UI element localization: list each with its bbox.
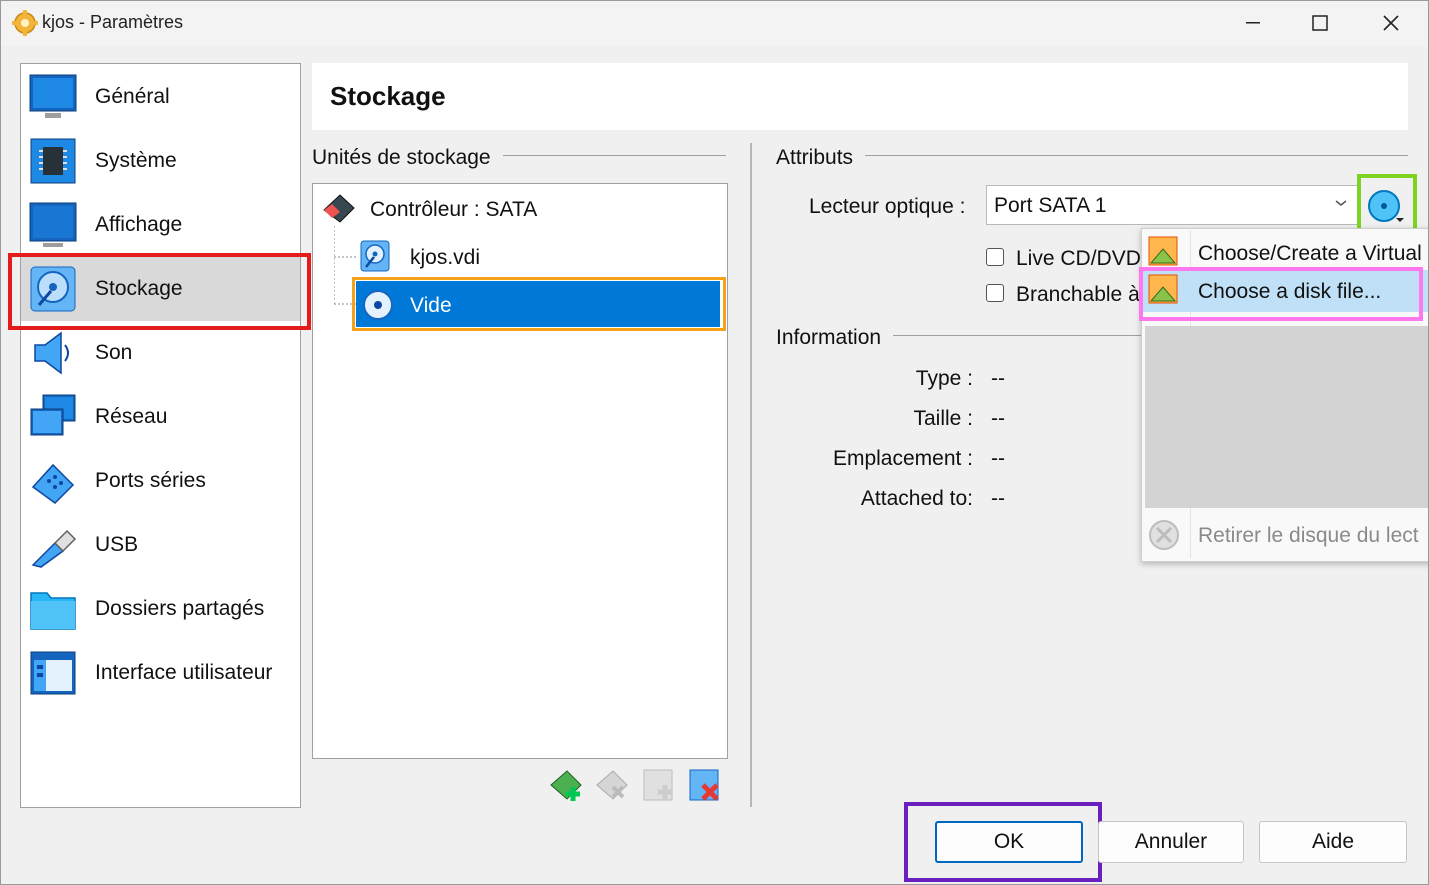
sidebar-item-usb[interactable]: USB	[21, 513, 300, 577]
controller-icon	[323, 194, 355, 223]
information-label: Information	[776, 326, 894, 350]
info-type-label: Type :	[915, 367, 973, 390]
highlight-outline-red	[8, 253, 311, 330]
eject-disk-icon	[1149, 520, 1179, 550]
live-cd-checkbox[interactable]	[986, 248, 1004, 266]
menu-recent-list-area	[1145, 326, 1429, 508]
sidebar-item-label: USB	[95, 533, 139, 556]
info-location-label: Emplacement :	[832, 447, 973, 470]
shared-folder-icon	[30, 592, 76, 630]
optical-drive-label: Lecteur optique :	[809, 195, 966, 218]
highlight-outline-orange	[352, 277, 726, 331]
remove-attachment-icon[interactable]	[687, 767, 723, 803]
optical-disc-icon	[363, 290, 393, 320]
sidebar-item-user-interface[interactable]: Interface utilisateur	[21, 641, 300, 705]
sidebar-item-system[interactable]: Système	[21, 129, 300, 193]
disk-item-label[interactable]: kjos.vdi	[410, 246, 480, 270]
sidebar-item-label: Général	[95, 85, 170, 108]
highlight-outline-green	[1357, 174, 1417, 234]
add-attachment-icon	[643, 769, 673, 801]
optical-item-label: Vide	[410, 294, 452, 317]
display-monitor-icon	[29, 202, 77, 247]
minimize-icon	[1246, 22, 1260, 24]
info-size-label: Taille :	[913, 407, 973, 430]
sidebar-item-label: Ports séries	[95, 469, 206, 492]
maximize-icon	[1312, 15, 1328, 31]
virtualbox-gear-icon	[12, 10, 38, 36]
info-attached-value: --	[991, 487, 1005, 510]
serial-port-icon	[31, 463, 75, 504]
page-header	[312, 63, 1408, 130]
controller-label[interactable]: Contrôleur : SATA	[370, 198, 537, 222]
system-chip-icon	[30, 138, 76, 184]
network-icon	[30, 394, 76, 436]
chevron-down-icon	[1335, 200, 1347, 206]
info-type-value: --	[991, 367, 1005, 390]
sidebar-item-label: Réseau	[95, 405, 168, 428]
minimize-button[interactable]	[1218, 0, 1288, 46]
help-button[interactable]: Aide	[1259, 821, 1407, 863]
info-location-value: --	[991, 447, 1005, 470]
info-attached-label: Attached to:	[860, 487, 973, 510]
add-controller-icon[interactable]	[549, 767, 585, 803]
window-title: kjos - Paramètres	[42, 12, 184, 32]
storage-units-label: Unités de stockage	[312, 146, 503, 170]
sidebar-item-label: Affichage	[95, 213, 183, 236]
sidebar-item-network[interactable]: Réseau	[21, 385, 300, 449]
create-virtual-disk-icon	[1148, 236, 1178, 266]
speaker-icon	[34, 331, 69, 375]
page-title: Stockage	[330, 81, 446, 111]
maximize-button[interactable]	[1285, 0, 1355, 46]
sidebar-item-general[interactable]: Général	[21, 65, 300, 129]
sidebar-item-label: Système	[95, 149, 177, 172]
settings-sidebar: Général Système Affichage Stockage Son R…	[20, 63, 301, 808]
usb-icon	[31, 529, 77, 568]
sidebar-item-shared-folders[interactable]: Dossiers partagés	[21, 577, 300, 641]
highlight-outline-purple	[904, 802, 1102, 882]
close-button[interactable]	[1356, 0, 1426, 46]
close-icon	[1383, 15, 1399, 31]
sidebar-item-serial-ports[interactable]: Ports séries	[21, 449, 300, 513]
attributes-label: Attributs	[776, 146, 866, 170]
optical-drive-value: Port SATA 1	[994, 194, 1107, 217]
cancel-button[interactable]: Annuler	[1098, 821, 1244, 863]
hard-disk-icon	[360, 240, 390, 272]
sidebar-item-display[interactable]: Affichage	[21, 193, 300, 257]
user-interface-icon	[30, 651, 76, 695]
info-size-value: --	[991, 407, 1005, 430]
menu-item-remove-disk: Retirer le disque du lect	[1198, 524, 1419, 547]
highlight-outline-pink	[1139, 267, 1423, 321]
title-bar	[0, 0, 1429, 46]
group-divider	[776, 155, 1408, 156]
sidebar-item-label: Son	[95, 341, 133, 364]
hotplug-label: Branchable à	[1016, 283, 1140, 306]
menu-item-create-virtual[interactable]: Choose/Create a Virtual	[1198, 242, 1422, 266]
hotplug-checkbox[interactable]	[986, 284, 1004, 302]
remove-controller-icon	[596, 770, 628, 800]
general-monitor-icon	[29, 74, 77, 118]
live-cd-label: Live CD/DVD	[1016, 247, 1141, 270]
sidebar-item-sound[interactable]: Son	[21, 321, 300, 385]
sidebar-item-label: Dossiers partagés	[95, 597, 265, 620]
panel-splitter[interactable]	[750, 143, 752, 807]
sidebar-item-label: Interface utilisateur	[95, 661, 273, 684]
